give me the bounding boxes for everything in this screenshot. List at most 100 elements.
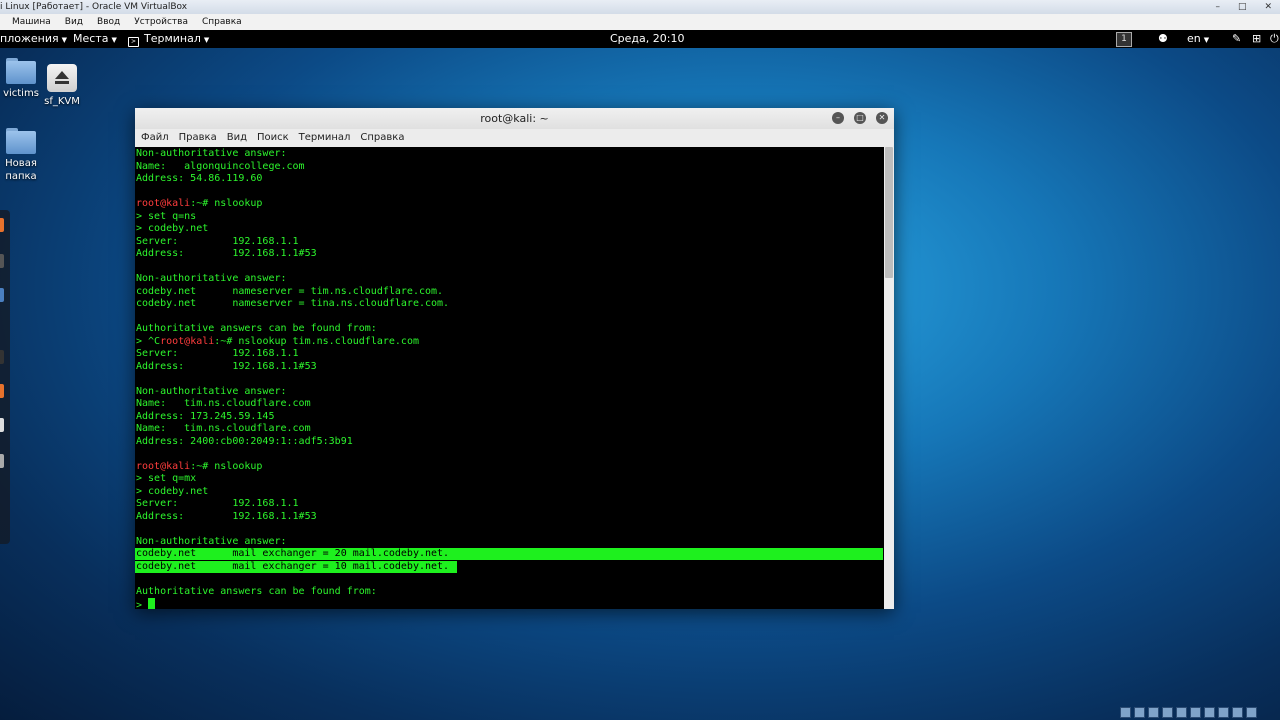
optical-icon[interactable]	[1134, 707, 1145, 718]
chevron-down-icon: ▼	[1203, 36, 1210, 44]
terminal-scrollbar[interactable]	[884, 147, 894, 609]
desktop-icon-sf-kvm[interactable]: sf_KVM	[37, 64, 87, 108]
minimize-icon[interactable]: –	[832, 112, 844, 124]
terminal-line: Server: 192.168.1.1	[136, 498, 299, 509]
terminal-title: root@kali: ~	[480, 112, 549, 125]
terminal-line: Name: tim.ns.cloudflare.com	[136, 423, 311, 434]
host-window-title: i Linux [Работает] - Oracle VM VirtualBo…	[0, 0, 1280, 14]
cpu-icon[interactable]	[1232, 707, 1243, 718]
recording-icon[interactable]	[1218, 707, 1229, 718]
tools-icon[interactable]: ✎	[1232, 30, 1241, 48]
workspace-badge: 1	[1116, 31, 1132, 47]
terminal-line: codeby.net nameserver = tim.ns.cloudflar…	[136, 285, 444, 297]
chevron-down-icon: ▼	[111, 36, 117, 44]
terminal-line: codeby.net mail exchanger = 20 mail.code…	[136, 548, 450, 559]
minimize-icon[interactable]: –	[1215, 0, 1220, 14]
terminal-line: root@kali:~# nslookup	[136, 460, 263, 472]
dock-app-icon[interactable]	[0, 454, 4, 468]
terminal-window: root@kali: ~ – □ ✕ Файл Правка Вид Поиск…	[135, 108, 894, 609]
terminal-line: Authoritative answers can be found from:	[136, 585, 377, 597]
scrollbar-thumb[interactable]	[885, 147, 893, 278]
audio-icon[interactable]	[1148, 707, 1159, 718]
close-icon[interactable]: ✕	[876, 112, 888, 124]
chevron-down-icon: ▼	[203, 36, 210, 44]
terminal-output[interactable]: Non-authoritative answer: Name: algonquin…	[135, 147, 884, 609]
terminal-line: Server: 192.168.1.1	[136, 348, 299, 359]
applications-label: пложения	[0, 32, 59, 45]
text-cursor	[148, 598, 156, 609]
host-menu-view[interactable]: Вид	[65, 14, 83, 30]
terminal-app-label: Терминал	[144, 32, 201, 45]
host-title-text: i Linux [Работает] - Oracle VM VirtualBo…	[0, 2, 188, 12]
host-menu-devices[interactable]: Устройства	[134, 14, 188, 30]
terminal-line: Address: 2400:cb00:2049:1::adf5:3b91	[136, 435, 353, 447]
terminal-line: Non-authoritative answer:	[136, 385, 287, 397]
users-icon[interactable]: ⚉	[1158, 30, 1168, 48]
maximize-icon[interactable]: □	[1238, 0, 1247, 14]
places-menu[interactable]: Места ▼	[73, 30, 117, 49]
dock-app-icon[interactable]	[0, 418, 4, 432]
hdd-icon[interactable]	[1120, 707, 1131, 718]
top-panel: пложения ▼ Места ▼ > Терминал ▼ Среда, 20:10…	[0, 30, 1280, 48]
terminal-menubar: Файл Правка Вид Поиск Терминал Справка	[135, 129, 894, 148]
eject-drive-icon	[47, 64, 77, 92]
host-menu-machine[interactable]: Машина	[0, 14, 51, 30]
prompt-user: root@kali	[160, 335, 215, 347]
terminal-line: > codeby.net	[136, 485, 209, 497]
menu-terminal[interactable]: Терминал	[299, 129, 351, 147]
workspace-indicator[interactable]: 1	[1116, 30, 1132, 48]
terminal-icon: >	[128, 37, 139, 47]
shared-folders-icon[interactable]	[1190, 707, 1201, 718]
language-menu[interactable]: en ▼	[1187, 30, 1209, 49]
display-icon[interactable]	[1204, 707, 1215, 718]
host-menubar: Машина Вид Ввод Устройства Справка	[0, 14, 1280, 31]
terminal-line: Authoritative answers can be found from:	[136, 323, 377, 334]
menu-search[interactable]: Поиск	[257, 129, 289, 147]
language-label: en	[1187, 32, 1201, 45]
terminal-line: codeby.net mail exchanger = 10 mail.code…	[136, 560, 450, 572]
terminal-line: codeby.net nameserver = tina.ns.cloudfla…	[136, 298, 450, 309]
dock-app-icon[interactable]	[0, 350, 4, 364]
terminal-line: Server: 192.168.1.1	[136, 235, 299, 247]
terminal-titlebar[interactable]: root@kali: ~ – □ ✕	[135, 108, 894, 129]
power-icon[interactable]: ⏻	[1270, 30, 1279, 48]
host-menu-help[interactable]: Справка	[202, 14, 242, 30]
dock-app-icon[interactable]	[0, 254, 4, 268]
terminal-line: > codeby.net	[136, 223, 209, 234]
host-window-controls: – □ ✕	[1215, 0, 1272, 14]
network-icon[interactable]: ⊞	[1252, 30, 1261, 48]
network-icon[interactable]	[1162, 707, 1173, 718]
terminal-line: Name: tim.ns.cloudflare.com	[136, 398, 311, 409]
desktop-icon-new-folder[interactable]: Новая папка	[0, 128, 46, 183]
menu-view[interactable]: Вид	[227, 129, 247, 147]
terminal-line: Non-authoritative answer:	[136, 535, 287, 547]
keyboard-icon[interactable]	[1246, 707, 1257, 718]
menu-edit[interactable]: Правка	[179, 129, 217, 147]
dock-app-icon[interactable]	[0, 288, 4, 302]
panel-clock[interactable]: Среда, 20:10	[610, 30, 684, 48]
places-label: Места	[73, 32, 109, 45]
close-icon[interactable]: ✕	[1264, 0, 1272, 14]
dock-app-icon[interactable]	[0, 384, 4, 398]
maximize-icon[interactable]: □	[854, 112, 866, 124]
prompt-user: root@kali	[136, 460, 191, 472]
terminal-line: > set q=mx	[136, 473, 197, 484]
terminal-line: Address: 192.168.1.1#53	[136, 510, 317, 522]
terminal-line: Address: 192.168.1.1#53	[136, 360, 317, 372]
terminal-line: > set q=ns	[136, 210, 197, 222]
desktop-icon-label: Новая папка	[5, 158, 37, 182]
menu-file[interactable]: Файл	[141, 129, 169, 147]
terminal-line: > ^Croot@kali:~# nslookup tim.ns.cloudfl…	[136, 335, 419, 347]
terminal-app-menu[interactable]: > Терминал ▼	[128, 30, 209, 49]
applications-menu[interactable]: пложения ▼	[0, 30, 67, 49]
usb-icon[interactable]	[1176, 707, 1187, 718]
desktop-icon-label: sf_KVM	[44, 96, 80, 107]
host-status-tray	[1120, 705, 1280, 720]
folder-icon	[6, 128, 36, 154]
terminal-line: root@kali:~# nslookup	[136, 198, 263, 209]
dock-app-icon[interactable]	[0, 218, 4, 232]
host-menu-input[interactable]: Ввод	[97, 14, 120, 30]
menu-help[interactable]: Справка	[360, 129, 404, 147]
terminal-line: Address: 173.245.59.145	[136, 410, 275, 422]
folder-icon	[6, 58, 36, 84]
